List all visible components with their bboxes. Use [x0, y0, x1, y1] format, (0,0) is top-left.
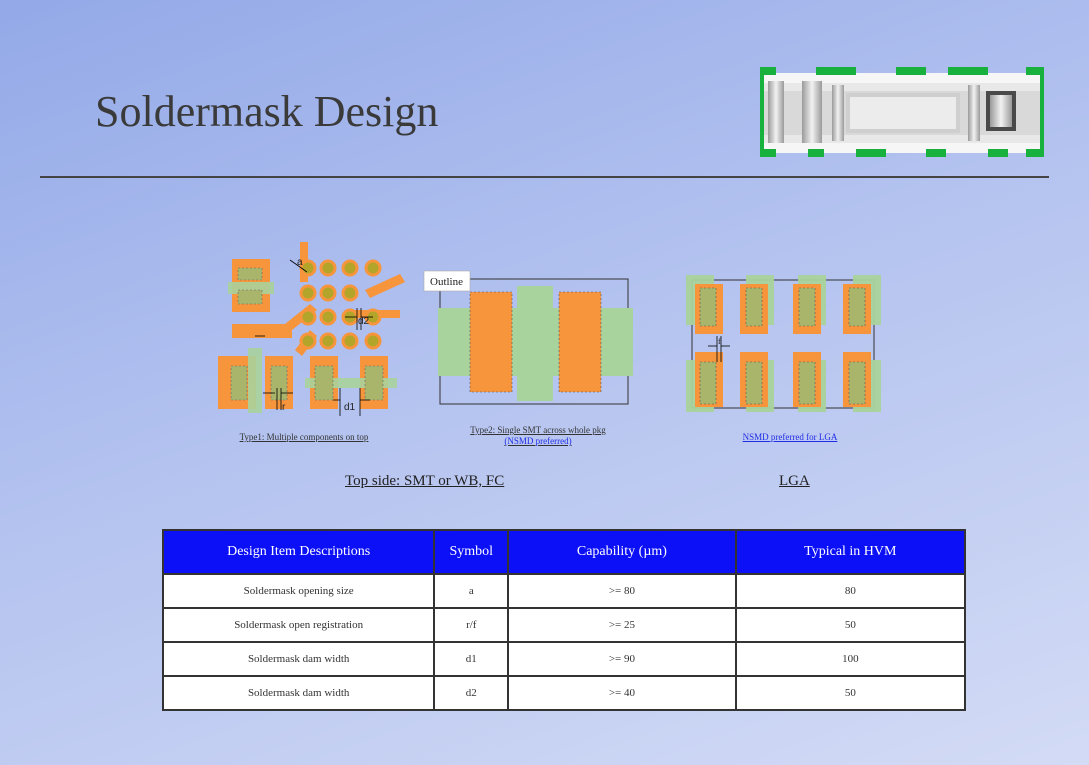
design-rules-table: Design Item Descriptions Symbol Capabili…: [161, 529, 967, 711]
table-header-row: Design Item Descriptions Symbol Capabili…: [161, 529, 967, 575]
cell-typical: 100: [734, 641, 967, 677]
cell-symbol: r/f: [433, 607, 510, 643]
subtitle-top-side: Top side: SMT or WB, FC: [345, 473, 505, 489]
type2-caption-line2: (NSMD preferred): [504, 436, 572, 446]
table-row: Soldermask dam width d1 >= 90 100: [161, 641, 967, 677]
type2-caption: Type2: Single SMT across whole pkg (NSMD…: [440, 425, 636, 447]
type2-caption-line1: Type2: Single SMT across whole pkg: [470, 425, 606, 435]
type1-caption: Type1: Multiple components on top: [239, 432, 369, 442]
cell-typical: 50: [734, 607, 967, 643]
header-typical: Typical in HVM: [734, 529, 967, 575]
label-d1: d1: [344, 402, 356, 413]
cell-symbol: d2: [433, 675, 510, 711]
cell-capability: >= 90: [507, 641, 737, 677]
table-row: Soldermask dam width d2 >= 40 50: [161, 675, 967, 711]
cell-description: Soldermask open registration: [161, 607, 436, 643]
type2-single-smt-diagram: Outline: [423, 270, 633, 405]
subtitle-lga: LGA: [779, 473, 810, 489]
table-row: Soldermask opening size a >= 80 80: [161, 573, 967, 609]
lga-pad-diagram: f: [686, 275, 881, 412]
table-row: Soldermask open registration r/f >= 25 5…: [161, 607, 967, 643]
cell-capability: >= 80: [507, 573, 737, 609]
cell-capability: >= 25: [507, 607, 737, 643]
label-f: f: [718, 337, 721, 346]
type1-multi-component-diagram: a d2 r d1: [218, 242, 405, 416]
cell-description: Soldermask dam width: [161, 641, 436, 677]
cell-typical: 50: [734, 675, 967, 711]
label-d2: d2: [358, 316, 370, 327]
cell-symbol: d1: [433, 641, 510, 677]
cell-typical: 80: [734, 573, 967, 609]
header-description: Design Item Descriptions: [161, 529, 436, 575]
slide-title: Soldermask Design: [95, 87, 439, 136]
cell-description: Soldermask opening size: [161, 573, 436, 609]
cell-description: Soldermask dam width: [161, 675, 436, 711]
header-symbol: Symbol: [433, 529, 510, 575]
title-divider: [40, 176, 1049, 178]
outline-label: Outline: [430, 276, 463, 288]
cell-capability: >= 40: [507, 675, 737, 711]
label-a: a: [297, 257, 303, 268]
cell-symbol: a: [433, 573, 510, 609]
lga-caption: NSMD preferred for LGA: [742, 432, 838, 442]
header-capability: Capability (µm): [507, 529, 737, 575]
pcb-cross-section-image: [760, 67, 1044, 157]
